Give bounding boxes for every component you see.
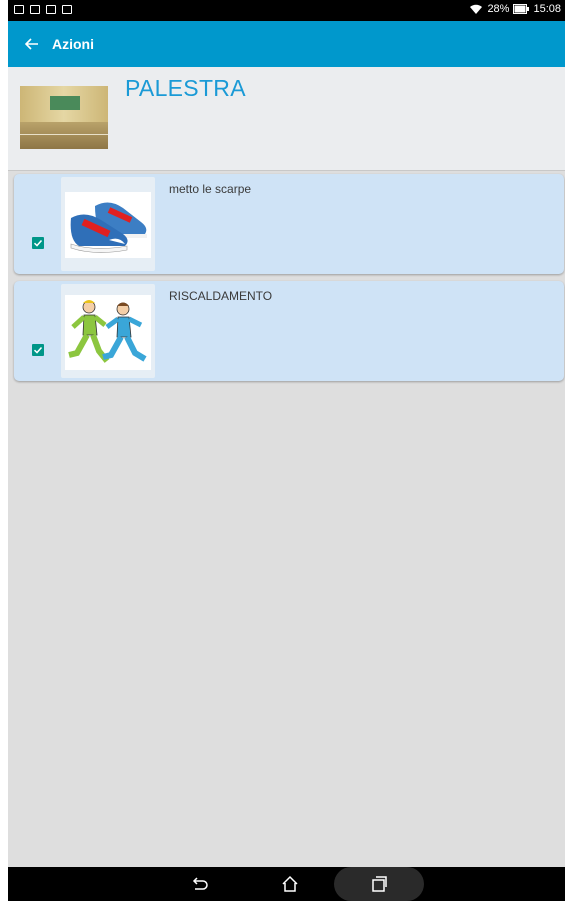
gym-photo xyxy=(20,86,108,149)
notification-icon xyxy=(14,5,24,14)
navigation-bar xyxy=(8,867,565,901)
battery-icon xyxy=(513,4,530,14)
message-icon xyxy=(46,5,56,14)
place-title: PALESTRA xyxy=(125,75,246,101)
action-card[interactable]: metto le scarpe xyxy=(14,174,564,274)
action-label: RISCALDAMENTO xyxy=(169,289,273,303)
status-bar: 28% 15:08 xyxy=(8,0,565,21)
status-right: 28% 15:08 xyxy=(469,3,561,15)
nav-recent-apps-button[interactable] xyxy=(334,867,424,901)
action-card[interactable]: RISCALDAMENTO xyxy=(14,281,564,381)
calendar-icon xyxy=(62,5,72,14)
back-button[interactable] xyxy=(12,21,52,67)
nav-home-icon xyxy=(282,875,298,892)
place-header: PALESTRA xyxy=(8,67,565,171)
toolbar-title: Azioni xyxy=(52,36,94,52)
arrow-left-icon xyxy=(25,38,38,50)
toolbar: Azioni xyxy=(8,21,565,67)
app-screen: 28% 15:08 Azioni PALESTRA metto le scarp… xyxy=(8,0,565,901)
nav-home-button[interactable] xyxy=(270,867,310,901)
nav-back-button[interactable] xyxy=(180,867,220,901)
notification-icons xyxy=(14,5,72,14)
check-icon xyxy=(33,239,43,247)
check-icon xyxy=(33,346,43,354)
action-label: metto le scarpe xyxy=(169,182,252,196)
gallery-icon xyxy=(30,5,40,14)
sneakers-picture xyxy=(61,177,155,271)
wifi-icon xyxy=(470,4,483,14)
action-checkbox[interactable] xyxy=(32,344,44,356)
clock: 15:08 xyxy=(533,3,561,15)
nav-recent-apps-icon xyxy=(372,876,387,892)
nav-back-icon xyxy=(192,877,208,890)
action-checkbox[interactable] xyxy=(32,237,44,249)
battery-percent: 28% xyxy=(487,3,510,15)
running-children-picture xyxy=(61,284,155,378)
